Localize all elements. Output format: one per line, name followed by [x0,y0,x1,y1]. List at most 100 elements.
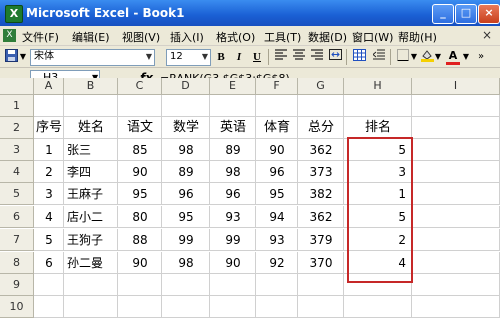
data-cell[interactable]: 店小二 [64,206,118,228]
cell[interactable] [64,95,118,117]
data-cell[interactable]: 362 [298,139,344,161]
data-cell[interactable]: 80 [118,206,162,228]
data-cell[interactable]: 96 [256,161,298,183]
row-header-8[interactable]: 8 [0,252,34,274]
data-cell[interactable]: 95 [256,183,298,205]
data-cell[interactable]: 95 [162,206,210,228]
cell[interactable] [412,296,500,318]
data-cell[interactable]: 370 [298,252,344,274]
cell[interactable] [412,161,500,183]
header-cell[interactable]: 姓名 [64,117,118,139]
data-cell[interactable]: 96 [210,183,256,205]
row-header-10[interactable]: 10 [0,296,34,318]
menu-edit[interactable]: 编辑(E) [72,29,110,45]
close-workbook-button[interactable]: × [482,28,492,42]
borders-icon[interactable] [396,49,410,65]
column-header-h[interactable]: H [344,78,412,95]
data-cell[interactable]: 90 [118,252,162,274]
data-cell[interactable]: 李四 [64,161,118,183]
column-header-g[interactable]: G [298,78,344,95]
data-cell[interactable]: 3 [34,183,64,205]
cell[interactable] [118,296,162,318]
data-cell[interactable]: 88 [118,229,162,251]
align-right-icon[interactable] [310,49,324,65]
minimize-button[interactable]: _ [432,4,454,24]
cell[interactable] [64,274,118,296]
header-cell[interactable]: 数学 [162,117,210,139]
menu-window[interactable]: 窗口(W) [352,29,393,45]
column-header-b[interactable]: B [64,78,118,95]
data-cell[interactable]: 96 [162,183,210,205]
column-header-i[interactable]: I [412,78,500,95]
cell[interactable] [412,274,500,296]
row-header-1[interactable]: 1 [0,95,34,117]
align-left-icon[interactable] [274,49,288,65]
header-cell[interactable]: 排名 [344,117,412,139]
cell[interactable] [344,296,412,318]
menu-insert[interactable]: 插入(I) [170,29,204,45]
bold-button[interactable]: B [214,49,228,65]
column-header-d[interactable]: D [162,78,210,95]
data-cell[interactable]: 94 [256,206,298,228]
column-header-f[interactable]: F [256,78,298,95]
data-cell[interactable]: 373 [298,161,344,183]
data-cell[interactable]: 张三 [64,139,118,161]
row-header-4[interactable]: 4 [0,161,34,183]
menu-view[interactable]: 视图(V) [122,29,160,45]
menu-file[interactable]: 文件(F) [22,29,59,45]
header-cell[interactable]: 英语 [210,117,256,139]
chevron-down-icon[interactable]: ▼ [410,49,418,65]
data-cell[interactable]: 90 [118,161,162,183]
data-cell[interactable]: 93 [256,229,298,251]
header-cell[interactable]: 序号 [34,117,64,139]
data-cell[interactable]: 93 [210,206,256,228]
save-icon[interactable] [4,49,18,65]
column-header-a[interactable]: A [34,78,64,95]
fill-color-icon[interactable] [420,49,434,65]
maximize-button[interactable]: □ [455,4,477,24]
font-color-button[interactable]: A [446,49,460,65]
toolbar-options-icon[interactable]: ▼ [19,49,27,65]
data-cell[interactable]: 92 [256,252,298,274]
data-cell[interactable]: 5 [34,229,64,251]
cell[interactable] [162,296,210,318]
data-cell[interactable]: 362 [298,206,344,228]
data-cell[interactable]: 99 [210,229,256,251]
data-cell[interactable]: 98 [210,161,256,183]
cell[interactable] [256,95,298,117]
toolbar-overflow-icon[interactable]: » [476,49,486,65]
cell[interactable] [298,274,344,296]
cell[interactable] [118,95,162,117]
data-cell[interactable]: 95 [118,183,162,205]
cell[interactable] [256,296,298,318]
cell[interactable] [298,95,344,117]
cell[interactable] [412,139,500,161]
data-cell[interactable]: 85 [118,139,162,161]
data-cell[interactable]: 1 [34,139,64,161]
menu-data[interactable]: 数据(D) [308,29,347,45]
data-cell[interactable]: 王麻子 [64,183,118,205]
cell[interactable] [412,95,500,117]
row-header-5[interactable]: 5 [0,183,34,205]
cell[interactable] [162,274,210,296]
data-cell[interactable]: 孙二曼 [64,252,118,274]
underline-button[interactable]: U [250,49,264,65]
cell[interactable] [344,95,412,117]
row-header-6[interactable]: 6 [0,206,34,228]
data-cell[interactable]: 89 [162,161,210,183]
cell[interactable] [118,274,162,296]
data-cell[interactable]: 89 [210,139,256,161]
menu-format[interactable]: 格式(O) [216,29,255,45]
column-header-e[interactable]: E [210,78,256,95]
spreadsheet-icon[interactable] [352,49,366,65]
data-cell[interactable]: 王狗子 [64,229,118,251]
row-header-9[interactable]: 9 [0,274,34,296]
cell[interactable] [162,95,210,117]
cell[interactable] [210,274,256,296]
merge-center-icon[interactable] [328,49,342,65]
chevron-down-icon[interactable]: ▼ [434,49,442,65]
data-cell[interactable]: 99 [162,229,210,251]
row-header-2[interactable]: 2 [0,117,34,139]
font-size-select[interactable]: 12 ▼ [166,49,211,66]
cell[interactable] [210,296,256,318]
